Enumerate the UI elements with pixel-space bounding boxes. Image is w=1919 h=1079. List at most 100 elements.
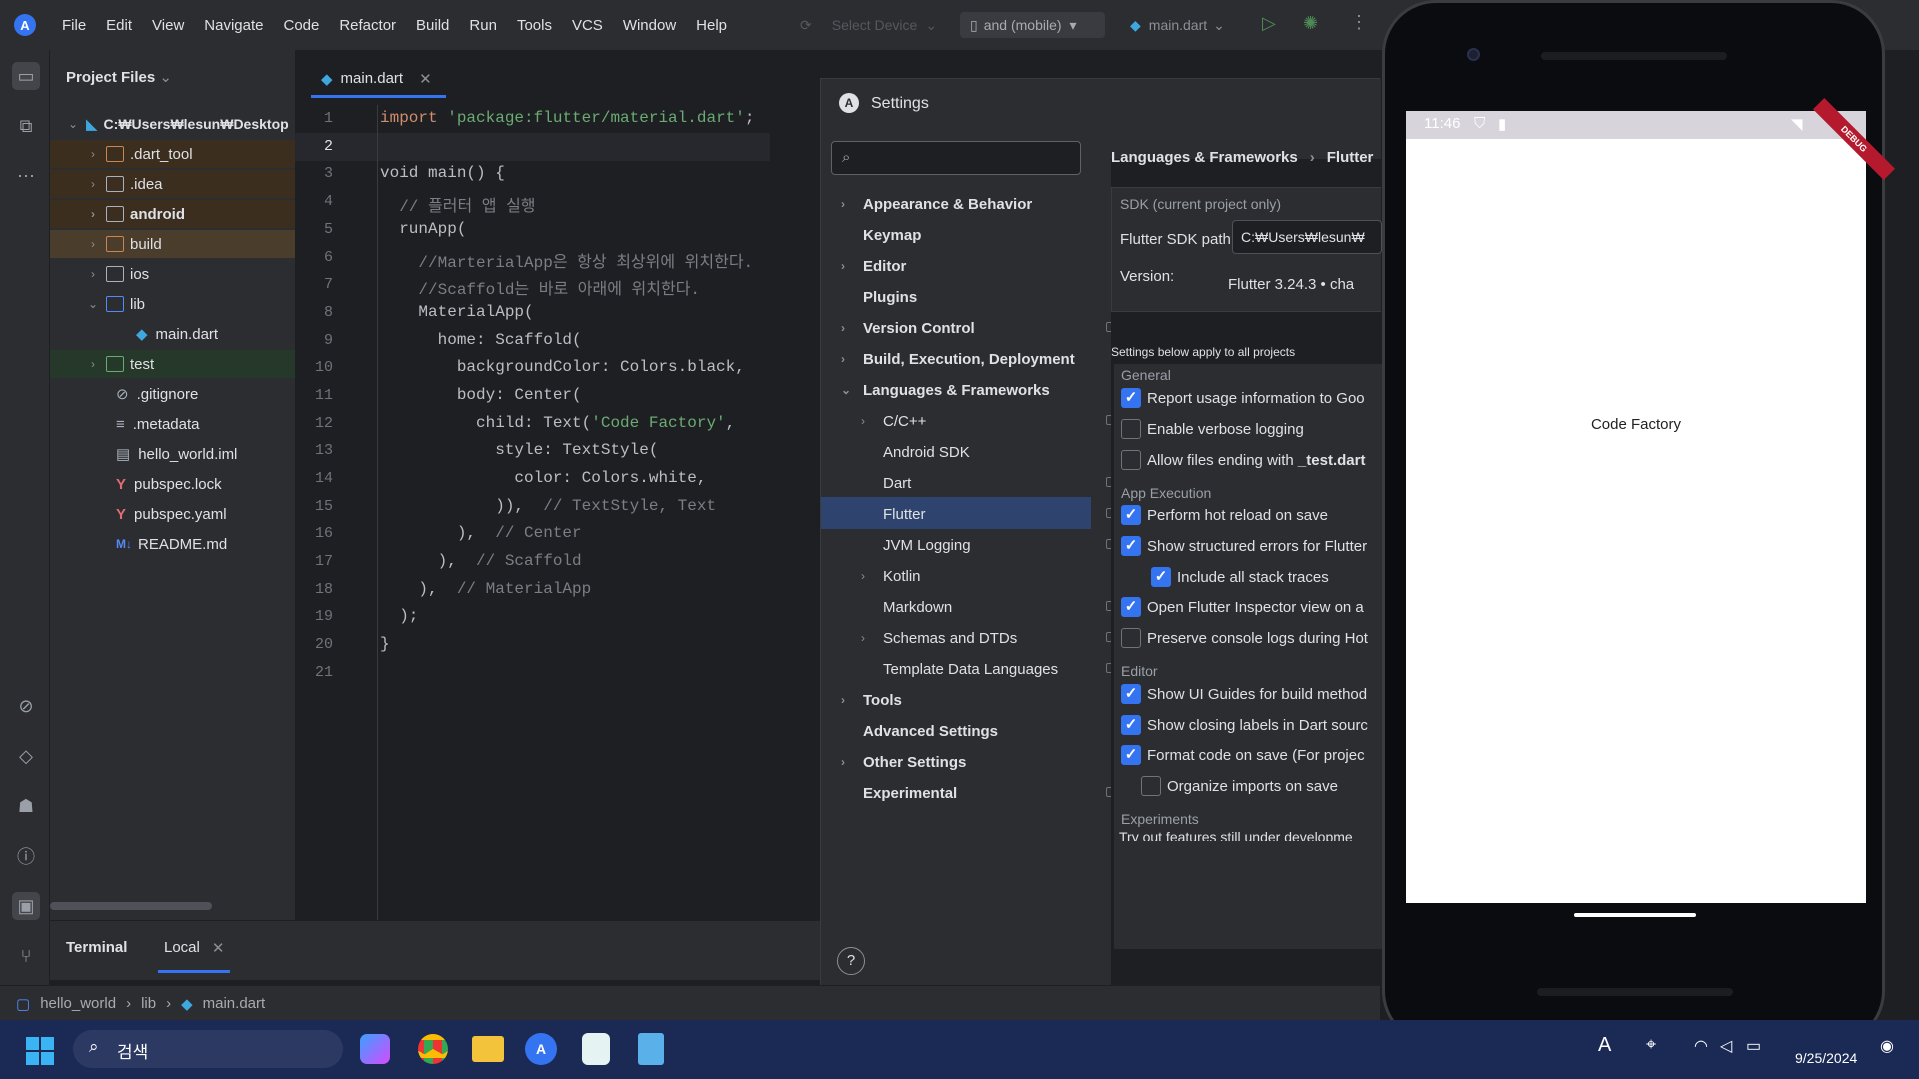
taskbar-search-input[interactable]: ⌕ 검색 bbox=[73, 1030, 343, 1068]
tree-markdown[interactable]: Markdown bbox=[883, 592, 1118, 622]
tree-appearance[interactable]: › Appearance & Behavior bbox=[841, 189, 1032, 219]
more-icon[interactable]: ⋮ bbox=[1350, 12, 1368, 33]
menu-file[interactable]: File bbox=[62, 17, 86, 34]
tree-item-ios[interactable]: › ios bbox=[50, 260, 295, 288]
tree-plugins[interactable]: Plugins bbox=[863, 282, 917, 312]
report-usage-checkbox[interactable]: ✓ bbox=[1121, 388, 1141, 408]
git-icon[interactable]: ⑂ bbox=[12, 942, 40, 970]
allow-test-files-checkbox[interactable] bbox=[1121, 450, 1141, 470]
tree-item-lib[interactable]: ⌄ lib bbox=[50, 290, 295, 318]
tree-item-build[interactable]: › build bbox=[50, 230, 295, 258]
device-selector[interactable]: ⟳ Select Device ⌄ bbox=[790, 12, 947, 38]
terminal-icon[interactable]: ▣ bbox=[12, 892, 40, 920]
settings-search-input[interactable]: ⌕ bbox=[831, 141, 1081, 175]
menu-run[interactable]: Run bbox=[469, 17, 497, 34]
tree-item-pubspec-yaml[interactable]: Ypubspec.yaml bbox=[50, 500, 295, 528]
menu-edit[interactable]: Edit bbox=[106, 17, 132, 34]
breadcrumb-item[interactable]: main.dart bbox=[203, 995, 266, 1013]
flutter-outline-icon[interactable]: ⊘ bbox=[12, 692, 40, 720]
tree-jvm-logging[interactable]: JVM Logging bbox=[883, 530, 1118, 560]
tree-item-android[interactable]: › android bbox=[50, 200, 295, 228]
tree-template-data[interactable]: Template Data Languages bbox=[883, 654, 1118, 684]
tree-item-main-dart[interactable]: ◆ main.dart bbox=[50, 320, 295, 348]
menu-vcs[interactable]: VCS bbox=[572, 17, 603, 34]
tree-other[interactable]: › Other Settings bbox=[841, 747, 966, 777]
tree-item-test[interactable]: › test bbox=[50, 350, 295, 378]
app-screen[interactable]: Code Factory bbox=[1406, 111, 1866, 903]
tree-build[interactable]: › Build, Execution, Deployment bbox=[841, 344, 1075, 374]
tree-dart[interactable]: Dart bbox=[883, 468, 1118, 498]
tree-languages[interactable]: ⌄ Languages & Frameworks bbox=[841, 375, 1050, 405]
tree-flutter[interactable]: Flutter bbox=[883, 499, 1118, 529]
battery-icon[interactable]: ▭ bbox=[1746, 1036, 1761, 1056]
tree-editor[interactable]: › Editor bbox=[841, 251, 906, 281]
format-on-save-checkbox[interactable]: ✓ bbox=[1121, 745, 1141, 765]
ime-icon[interactable]: A bbox=[1598, 1034, 1611, 1057]
location-icon[interactable]: ⌖ bbox=[1646, 1034, 1656, 1055]
tree-advanced[interactable]: Advanced Settings bbox=[863, 716, 998, 746]
tree-cpp[interactable]: › C/C++ bbox=[861, 406, 1118, 436]
tree-android-sdk[interactable]: Android SDK bbox=[883, 437, 970, 467]
breadcrumb-item[interactable]: lib bbox=[141, 995, 156, 1013]
menu-build[interactable]: Build bbox=[416, 17, 449, 34]
verbose-logging-checkbox[interactable] bbox=[1121, 419, 1141, 439]
file-explorer-icon[interactable] bbox=[472, 1036, 504, 1062]
app-logo-icon[interactable]: A bbox=[14, 14, 36, 36]
code-area[interactable]: 1 2 3 4 5 6 7 8 9 10 11 12 13 14 15 16 1… bbox=[295, 105, 770, 920]
tree-version-control[interactable]: › Version Control bbox=[841, 313, 1118, 343]
wifi-icon[interactable]: ◠ bbox=[1694, 1036, 1708, 1056]
menu-tools[interactable]: Tools bbox=[517, 17, 552, 34]
home-indicator[interactable] bbox=[1574, 913, 1696, 917]
preserve-logs-checkbox[interactable] bbox=[1121, 628, 1141, 648]
menu-refactor[interactable]: Refactor bbox=[339, 17, 396, 34]
project-files-header[interactable]: Project Files ⌄ bbox=[66, 68, 172, 86]
chrome-icon[interactable] bbox=[418, 1034, 448, 1064]
tree-schemas[interactable]: › Schemas and DTDs bbox=[861, 623, 1118, 653]
breadcrumb-item[interactable]: Languages & Frameworks bbox=[1111, 149, 1298, 166]
tree-tools[interactable]: › Tools bbox=[841, 685, 902, 715]
terminal-title[interactable]: Terminal bbox=[66, 939, 127, 956]
close-icon[interactable]: ✕ bbox=[212, 939, 225, 962]
device-target[interactable]: ▯ and (mobile) ▾ bbox=[960, 12, 1105, 38]
copilot-icon[interactable] bbox=[360, 1034, 390, 1064]
taskbar-date[interactable]: 9/25/2024 bbox=[1795, 1050, 1857, 1066]
structure-icon[interactable]: ⧉ bbox=[12, 112, 40, 140]
menu-code[interactable]: Code bbox=[283, 17, 319, 34]
tree-item-idea[interactable]: › .idea bbox=[50, 170, 295, 198]
hot-reload-checkbox[interactable]: ✓ bbox=[1121, 505, 1141, 525]
sdk-path-input[interactable]: C:₩Users₩lesun₩ bbox=[1232, 220, 1382, 254]
close-icon[interactable]: ✕ bbox=[419, 70, 432, 88]
tree-item-readme[interactable]: M↓ README.md bbox=[50, 530, 295, 558]
tab-local[interactable]: Local ✕ bbox=[158, 931, 231, 973]
menu-window[interactable]: Window bbox=[623, 17, 676, 34]
notepad-icon[interactable] bbox=[638, 1033, 664, 1065]
windows-start-icon[interactable] bbox=[26, 1037, 54, 1065]
tree-experimental[interactable]: Experimental bbox=[863, 778, 1118, 808]
run-config[interactable]: ◆ main.dart ⌄ bbox=[1120, 12, 1235, 38]
tree-item-metadata[interactable]: ≡ .metadata bbox=[50, 410, 295, 438]
notification-icon[interactable]: ◉ bbox=[1880, 1036, 1894, 1056]
structured-errors-checkbox[interactable]: ✓ bbox=[1121, 536, 1141, 556]
horizontal-scrollbar[interactable] bbox=[50, 902, 212, 910]
problems-icon[interactable]: ⓘ bbox=[12, 842, 40, 870]
tree-item-iml[interactable]: ▤ hello_world.iml bbox=[50, 440, 295, 468]
closing-labels-checkbox[interactable]: ✓ bbox=[1121, 715, 1141, 735]
debug-icon[interactable]: ✺ bbox=[1303, 13, 1318, 34]
menu-navigate[interactable]: Navigate bbox=[204, 17, 263, 34]
breadcrumb-item[interactable]: hello_world bbox=[40, 995, 116, 1013]
folder-icon[interactable]: ▭ bbox=[12, 62, 40, 90]
tree-keymap[interactable]: Keymap bbox=[863, 220, 921, 250]
tab-main-dart[interactable]: ◆ main.dart ✕ bbox=[311, 62, 446, 98]
tree-item-pubspec-lock[interactable]: Ypubspec.lock bbox=[50, 470, 295, 498]
ui-guides-checkbox[interactable]: ✓ bbox=[1121, 684, 1141, 704]
run-icon[interactable]: ▷ bbox=[1262, 13, 1276, 34]
stack-traces-checkbox[interactable]: ✓ bbox=[1151, 567, 1171, 587]
inspector-checkbox[interactable]: ✓ bbox=[1121, 597, 1141, 617]
tree-root[interactable]: ⌄ ◣ C:₩Users₩lesun₩Desktop bbox=[50, 110, 295, 138]
tree-item-gitignore[interactable]: ⊘ .gitignore bbox=[50, 380, 295, 408]
menu-help[interactable]: Help bbox=[696, 17, 727, 34]
android-studio-icon[interactable]: A bbox=[525, 1033, 557, 1065]
gem-icon[interactable]: ◇ bbox=[12, 742, 40, 770]
help-button[interactable]: ? bbox=[837, 947, 865, 975]
volume-icon[interactable]: ◁ bbox=[1720, 1036, 1732, 1056]
